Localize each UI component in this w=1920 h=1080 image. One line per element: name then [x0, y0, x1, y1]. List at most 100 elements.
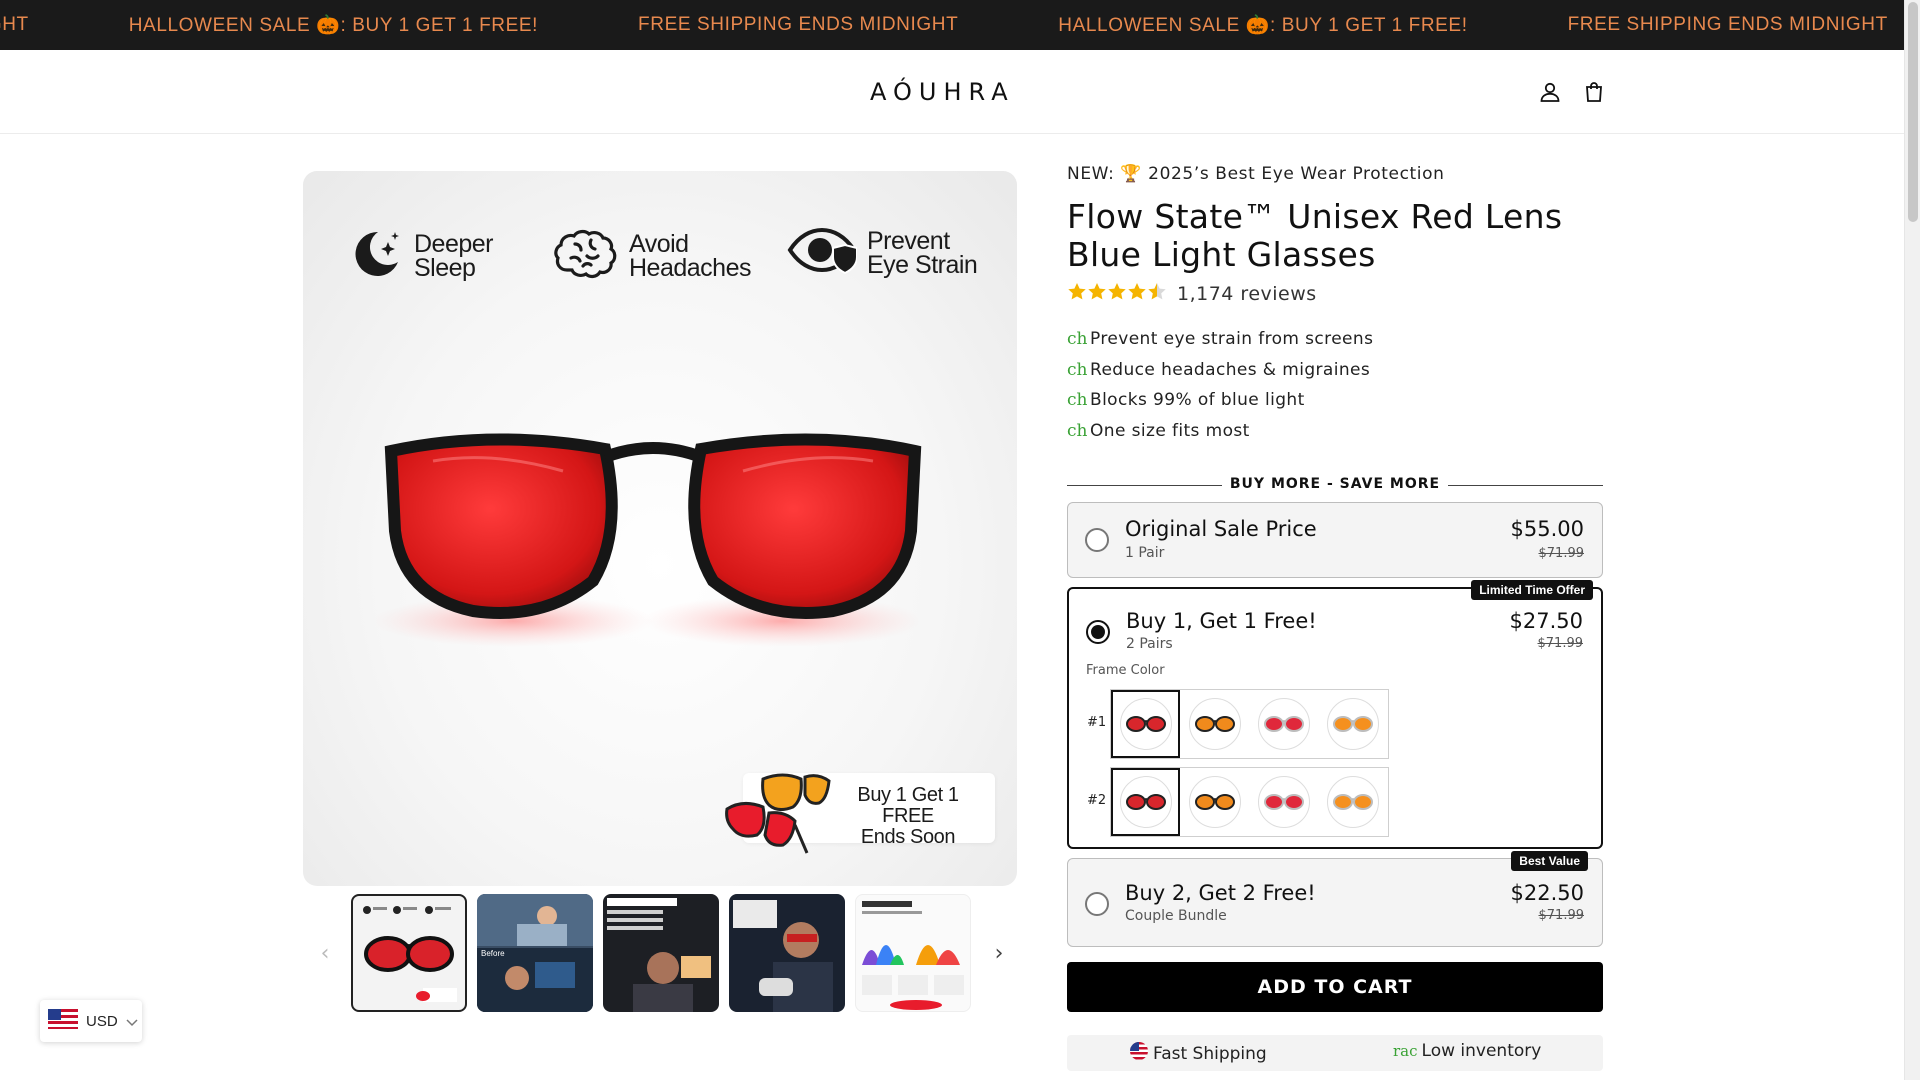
chevron-down-icon	[126, 1012, 138, 1031]
radio-button[interactable]	[1086, 620, 1110, 644]
swatch-black-red[interactable]	[1111, 690, 1180, 758]
pair-2-label: #2	[1087, 793, 1107, 808]
thumb-blue-light-chart[interactable]	[855, 894, 971, 1012]
brain-icon	[553, 226, 619, 286]
pair-1-label: #1	[1087, 715, 1107, 730]
benefit-text: Blocks 99% of blue light	[1090, 390, 1305, 411]
brand-logo[interactable]: AÓUHRA	[870, 78, 1015, 106]
benefit-item: ch One size fits most	[1067, 416, 1603, 447]
star-rating-icon	[1067, 282, 1169, 306]
announcement-bar: MIDNIGHT HALLOWEEN SALE 🎃: BUY 1 GET 1 F…	[0, 0, 1904, 50]
feature-label: Headaches	[629, 254, 751, 282]
option-subtitle: 2 Pairs	[1126, 636, 1173, 652]
frame-color-label: Frame Color	[1086, 663, 1165, 678]
limited-offer-badge: Limited Time Offer	[1471, 580, 1593, 600]
rating-summary[interactable]: 1,174 reviews	[1067, 282, 1603, 306]
feature-deeper-sleep: Deeper Sleep	[348, 226, 494, 286]
swatch-black-orange[interactable]	[1180, 768, 1249, 836]
review-count[interactable]: 1,174 reviews	[1177, 283, 1317, 305]
low-inventory-badge: rac Low inventory	[1393, 1041, 1541, 1061]
us-flag-icon	[48, 1009, 78, 1033]
option-compare-price: $71.99	[1537, 636, 1584, 651]
option-title: Buy 1, Get 1 Free!	[1126, 609, 1317, 633]
scrollbar-thumb[interactable]	[1908, 2, 1918, 222]
cart-icon[interactable]	[1580, 78, 1608, 106]
radio-button[interactable]	[1085, 892, 1109, 916]
thumb-gaming[interactable]	[729, 894, 845, 1012]
benefit-text: Prevent eye strain from screens	[1090, 329, 1374, 350]
promo-badge: Buy 1 Get 1 FREE Ends Soon	[725, 773, 995, 854]
bundle-divider: BUY MORE - SAVE MORE	[1067, 476, 1603, 494]
option-price: $55.00	[1510, 517, 1584, 541]
option-subtitle: 1 Pair	[1125, 545, 1165, 561]
check-icon: ch	[1067, 359, 1088, 380]
benefits-list: ch Prevent eye strain from screens ch Redu…	[1067, 324, 1603, 446]
swatch-black-orange[interactable]	[1180, 690, 1249, 758]
best-value-badge: Best Value	[1511, 851, 1588, 871]
announcement-message: HALLOWEEN SALE 🎃: BUY 1 GET 1 FREE!	[128, 15, 539, 36]
benefit-text: Reduce headaches & migraines	[1090, 359, 1371, 380]
bundle-option-couple[interactable]: Best Value Buy 2, Get 2 Free! Couple Bun…	[1067, 851, 1603, 947]
trust-bar: Fast Shipping rac Low inventory	[1067, 1035, 1603, 1071]
account-icon[interactable]	[1536, 78, 1564, 106]
benefit-text: One size fits most	[1090, 420, 1250, 441]
promo-line: Ends Soon	[860, 826, 956, 848]
swatch-clear-orange[interactable]	[1318, 690, 1387, 758]
fast-shipping-badge: Fast Shipping	[1129, 1041, 1267, 1066]
feature-label: Eye Strain	[867, 251, 978, 279]
announcement-track: MIDNIGHT HALLOWEEN SALE 🎃: BUY 1 GET 1 F…	[0, 0, 1904, 50]
frame-swatch-row-1	[1110, 689, 1389, 759]
thumb-product-overview[interactable]	[351, 894, 467, 1012]
add-to-cart-button[interactable]: ADD TO CART	[1067, 962, 1603, 1012]
low-inventory-label: Low inventory	[1421, 1041, 1542, 1061]
thumb-before-after[interactable]: Before	[477, 894, 593, 1012]
carousel-prev-button[interactable]: ‹	[313, 938, 337, 968]
bundle-option-bogo[interactable]: Limited Time Offer Buy 1, Get 1 Free! 2 …	[1067, 580, 1603, 849]
option-compare-price: $71.99	[1538, 908, 1585, 923]
check-icon: ch	[1067, 420, 1088, 441]
swatch-clear-red[interactable]	[1249, 690, 1318, 758]
benefit-item: ch Blocks 99% of blue light	[1067, 385, 1603, 416]
product-title: Flow State™ Unisex Red Lens Blue Light G…	[1067, 197, 1563, 274]
promo-glasses-image	[725, 773, 831, 854]
eye-shield-icon	[787, 226, 858, 280]
swatch-clear-orange[interactable]	[1318, 768, 1387, 836]
frame-swatch-row-2	[1110, 767, 1389, 837]
benefit-item: ch Reduce headaches & migraines	[1067, 355, 1603, 386]
option-title: Buy 2, Get 2 Free!	[1125, 881, 1316, 905]
thumbnail-carousel: ‹ Before ›	[303, 894, 1017, 1012]
svg-text:Before: Before	[481, 949, 505, 958]
option-price: $22.50	[1510, 881, 1584, 905]
option-subtitle: Couple Bundle	[1125, 908, 1227, 924]
bundle-option-single[interactable]: Original Sale Price 1 Pair $55.00 $71.99	[1067, 502, 1603, 578]
announcement-message: HALLOWEEN SALE 🎃: BUY 1 GET 1 FREE!	[1058, 15, 1468, 36]
feature-avoid-headaches: Avoid Headaches	[553, 226, 751, 286]
announcement-message: MIDNIGHT	[0, 14, 29, 35]
low-inventory-icon: rac	[1393, 1042, 1418, 1060]
product-info: NEW: 🏆 2025’s Best Eye Wear Protection F…	[1067, 164, 1603, 947]
option-price: $27.50	[1509, 609, 1583, 633]
thumb-boost-productivity[interactable]	[603, 894, 719, 1012]
us-flag-icon	[1129, 1041, 1149, 1066]
feature-label: Sleep	[414, 254, 476, 282]
currency-code: USD	[86, 1012, 118, 1030]
swatch-black-red[interactable]	[1111, 768, 1180, 836]
benefit-item: ch Prevent eye strain from screens	[1067, 324, 1603, 355]
option-compare-price: $71.99	[1538, 546, 1585, 561]
main-product-image[interactable]: Deeper Sleep Avoid Headaches Prevent Eye St…	[303, 171, 1017, 886]
glasses-image	[373, 433, 923, 647]
radio-button[interactable]	[1085, 528, 1109, 552]
promo-line: Buy 1 Get 1 FREE	[857, 784, 959, 827]
fast-shipping-label: Fast Shipping	[1153, 1043, 1267, 1064]
check-icon: ch	[1067, 390, 1088, 411]
site-header: AÓUHRA	[0, 50, 1904, 134]
moon-stars-icon	[348, 226, 404, 286]
feature-prevent-eye-strain: Prevent Eye Strain	[787, 226, 978, 280]
currency-selector[interactable]: USD	[40, 1000, 142, 1042]
product-kicker: NEW: 🏆 2025’s Best Eye Wear Protection	[1067, 164, 1445, 184]
swatch-clear-red[interactable]	[1249, 768, 1318, 836]
announcement-message: FREE SHIPPING ENDS MIDNIGHT	[638, 14, 959, 35]
page-scrollbar[interactable]	[1904, 0, 1920, 1080]
check-icon: ch	[1067, 329, 1088, 350]
carousel-next-button[interactable]: ›	[987, 938, 1011, 968]
